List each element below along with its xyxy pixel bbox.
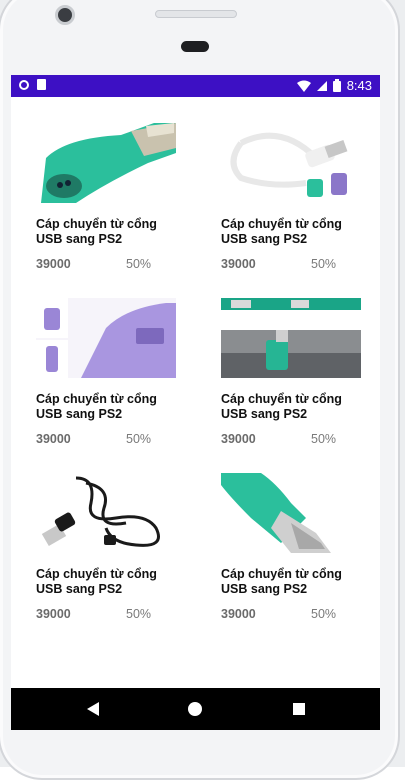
product-card[interactable]: Cáp chuyển từ cổng USB sang PS2 39000 50… (36, 298, 196, 468)
usb-ps2-splitter-cable-icon (221, 123, 361, 203)
product-price: 39000 (221, 432, 256, 446)
screen: 8:43 Cáp chuyển từ cổng USB sang PS2 390… (11, 75, 380, 730)
product-discount: 50% (126, 257, 152, 271)
green-usb-plug-icon (221, 473, 361, 553)
product-card[interactable]: Cáp chuyển từ cổng USB sang PS2 39000 50… (36, 123, 196, 293)
product-title: Cáp chuyển từ cổng USB sang PS2 (36, 567, 157, 596)
product-discount: 50% (311, 607, 337, 621)
proximity-sensor (181, 41, 209, 52)
product-price: 39000 (36, 607, 71, 621)
status-time: 8:43 (346, 78, 372, 93)
product-card[interactable]: Cáp chuyển từ cổng USB sang PS2 39000 50… (221, 473, 380, 643)
black-usb-cable-icon (36, 473, 176, 553)
product-discount: 50% (126, 432, 152, 446)
product-title: Cáp chuyển từ cổng USB sang PS2 (36, 392, 157, 421)
usb-ps2-green-adapter-icon (36, 123, 176, 203)
battery-icon (332, 79, 341, 92)
product-discount: 50% (126, 607, 152, 621)
purple-ps2-adapter-icon (36, 298, 176, 378)
recent-apps-icon[interactable] (293, 703, 305, 715)
back-icon[interactable] (87, 702, 99, 716)
product-discount: 50% (311, 432, 337, 446)
product-title: Cáp chuyển từ cổng USB sang PS2 (221, 567, 342, 596)
product-card[interactable]: Cáp chuyển từ cổng USB sang PS2 39000 50… (36, 473, 196, 643)
product-price: 39000 (36, 257, 71, 271)
home-icon[interactable] (188, 702, 202, 716)
front-camera-icon (55, 5, 75, 25)
sd-card-icon (37, 79, 46, 90)
product-card[interactable]: Cáp chuyển từ cổng USB sang PS2 39000 50… (221, 123, 380, 293)
record-icon (19, 79, 29, 90)
product-card[interactable]: Cáp chuyển từ cổng USB sang PS2 39000 50… (221, 298, 380, 468)
cell-signal-icon (316, 80, 327, 91)
wifi-icon (296, 80, 311, 92)
product-discount: 50% (311, 257, 337, 271)
product-title: Cáp chuyển từ cổng USB sang PS2 (221, 392, 342, 421)
green-adapters-port-icon (221, 298, 361, 378)
product-price: 39000 (221, 607, 256, 621)
product-title: Cáp chuyển từ cổng USB sang PS2 (221, 217, 342, 246)
device-frame: 8:43 Cáp chuyển từ cổng USB sang PS2 390… (0, 0, 405, 780)
earpiece-speaker (155, 10, 237, 18)
product-price: 39000 (36, 432, 71, 446)
product-grid: Cáp chuyển từ cổng USB sang PS2 39000 50… (11, 97, 380, 688)
navigation-bar (11, 688, 380, 730)
product-title: Cáp chuyển từ cổng USB sang PS2 (36, 217, 157, 246)
status-bar: 8:43 (11, 75, 380, 97)
product-price: 39000 (221, 257, 256, 271)
